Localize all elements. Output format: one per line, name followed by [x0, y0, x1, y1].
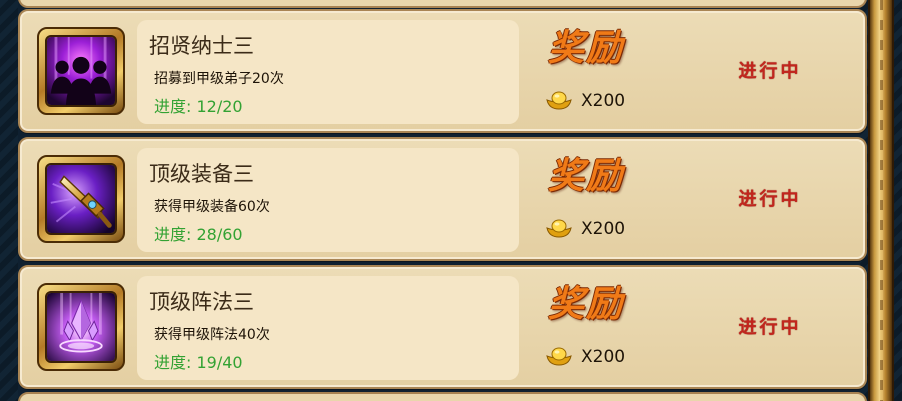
- task-row[interactable]: 顶级装备三 获得甲级装备60次 进度: 28/60 奖励 X200 进行中: [18, 137, 867, 261]
- reward-amount: X200: [581, 91, 626, 111]
- task-description-panel: 招贤纳士三 招募到甲级弟子20次 进度: 12/20: [137, 20, 519, 124]
- task-row[interactable]: 顶级阵法三 获得甲级阵法40次 进度: 19/40 奖励 X200 进行中: [18, 265, 867, 389]
- task-description-panel: 顶级阵法三 获得甲级阵法40次 进度: 19/40: [137, 276, 519, 380]
- task-description-panel: 顶级装备三 获得甲级装备60次 进度: 28/60: [137, 148, 519, 252]
- task-list[interactable]: 招贤纳士三 招募到甲级弟子20次 进度: 12/20 奖励 X200 进行中 顶…: [18, 0, 867, 401]
- reward-title: 奖励: [548, 283, 625, 325]
- reward-amount: X200: [581, 219, 626, 239]
- reward-title: 奖励: [548, 27, 625, 69]
- crystal-formation-icon: [45, 291, 117, 363]
- status-in-progress: 进行中: [738, 317, 802, 338]
- gold-frame-border: [868, 0, 894, 401]
- list-item-partial-top: [18, 0, 867, 8]
- task-icon-frame: [37, 283, 125, 371]
- task-icon-frame: [37, 155, 125, 243]
- reward-title: 奖励: [548, 155, 625, 197]
- task-title: 顶级装备三: [149, 162, 254, 186]
- task-progress: 进度: 19/40: [154, 353, 243, 372]
- task-title: 顶级阵法三: [149, 290, 254, 314]
- reward-amount: X200: [581, 347, 626, 367]
- task-progress: 进度: 28/60: [154, 225, 243, 244]
- task-progress: 进度: 12/20: [154, 97, 243, 116]
- task-icon-frame: [37, 27, 125, 115]
- task-row[interactable]: 招贤纳士三 招募到甲级弟子20次 进度: 12/20 奖励 X200 进行中: [18, 9, 867, 133]
- task-title: 招贤纳士三: [149, 34, 254, 58]
- gold-ingot-icon: [546, 89, 572, 111]
- task-description: 获得甲级装备60次: [154, 199, 270, 215]
- background-left-pattern: [0, 0, 18, 401]
- task-description: 获得甲级阵法40次: [154, 327, 270, 343]
- silhouettes-icon: [45, 35, 117, 107]
- sword-icon: [45, 163, 117, 235]
- status-in-progress: 进行中: [738, 189, 802, 210]
- gold-ingot-icon: [546, 217, 572, 239]
- gold-ingot-icon: [546, 345, 572, 367]
- task-description: 招募到甲级弟子20次: [154, 71, 284, 87]
- status-in-progress: 进行中: [738, 61, 802, 82]
- list-item-partial-bottom: [18, 392, 867, 401]
